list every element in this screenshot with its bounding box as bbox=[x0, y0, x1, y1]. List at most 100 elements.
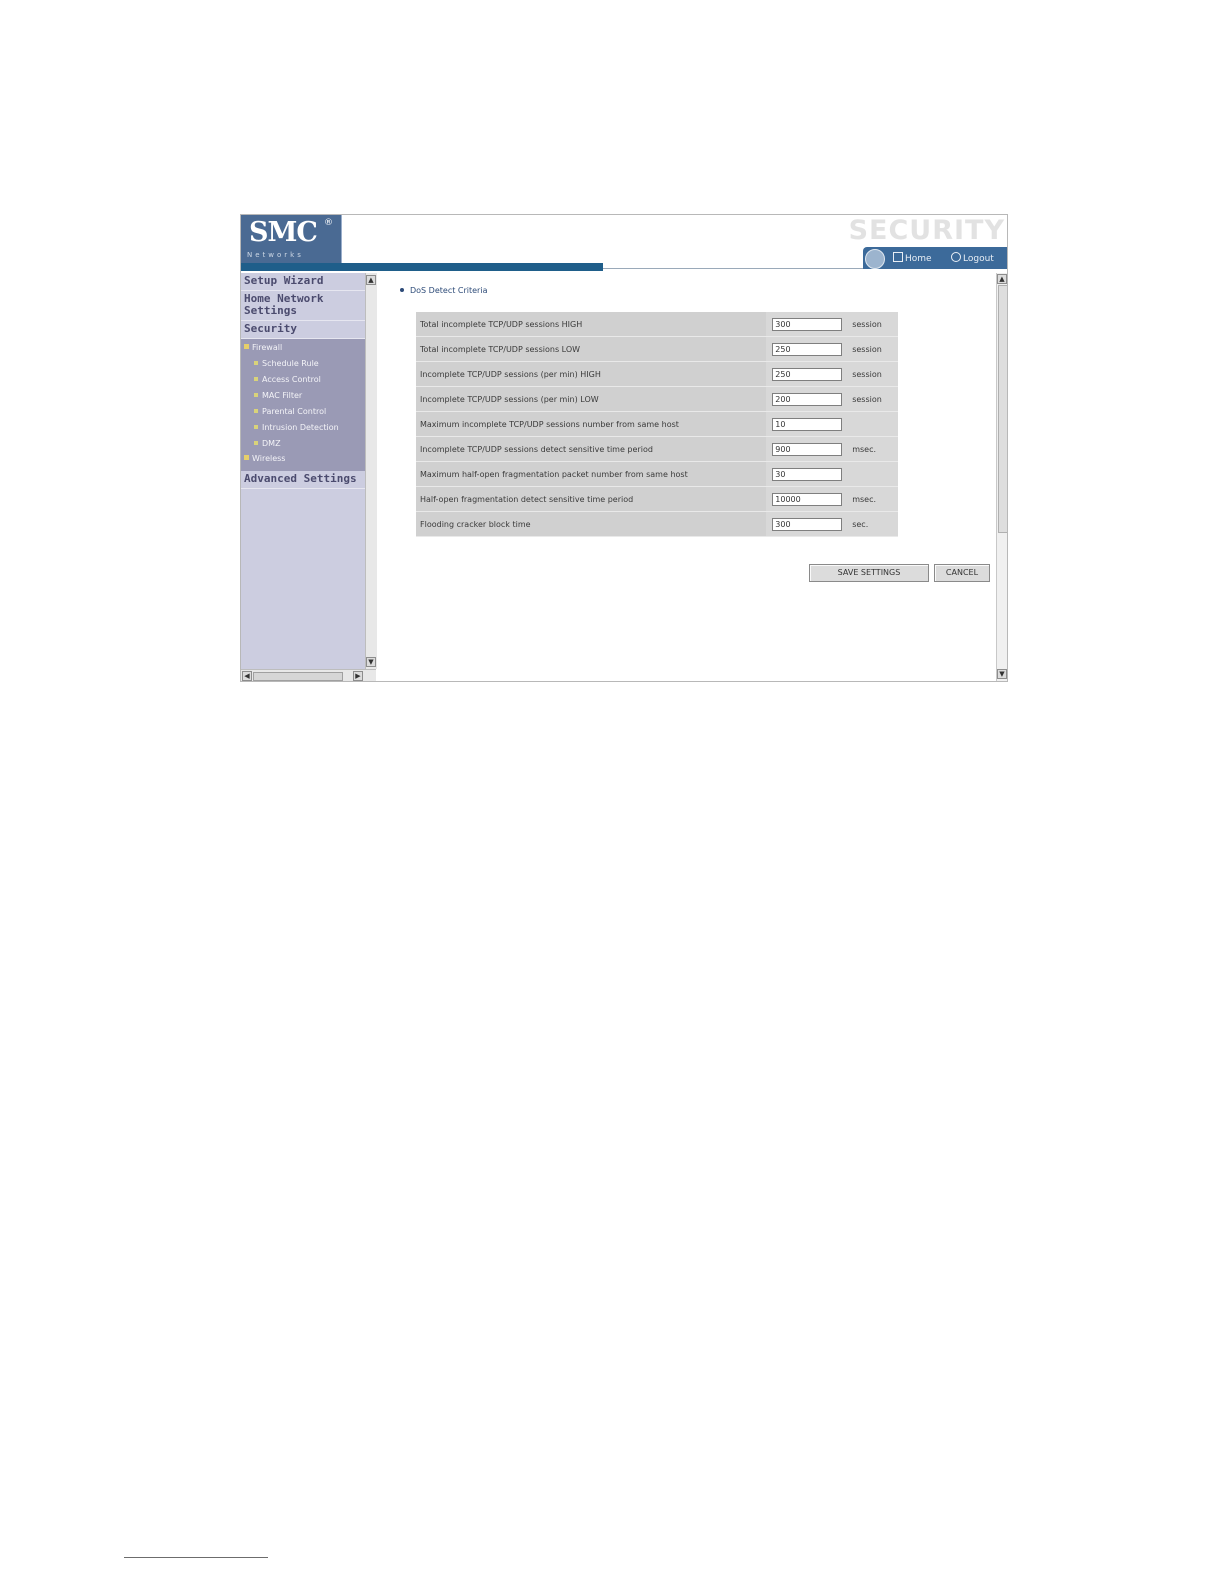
sidebar-item-intrusion-detection[interactable]: Intrusion Detection bbox=[241, 420, 365, 436]
sidebar-item-parental-control[interactable]: Parental Control bbox=[241, 404, 365, 420]
sidebar-item-label: Access Control bbox=[262, 375, 321, 384]
criteria-unit: session bbox=[848, 361, 898, 387]
scroll-thumb[interactable] bbox=[253, 672, 343, 681]
dos-criteria-table: Total incomplete TCP/UDP sessions HIGH se… bbox=[416, 312, 898, 537]
criteria-label: Incomplete TCP/UDP sessions detect sensi… bbox=[416, 436, 767, 462]
sidebar-item-dmz[interactable]: DMZ bbox=[241, 436, 365, 452]
criteria-label: Incomplete TCP/UDP sessions (per min) LO… bbox=[416, 386, 767, 412]
top-navigation: Home Logout bbox=[863, 247, 1007, 269]
criteria-label: Total incomplete TCP/UDP sessions HIGH bbox=[416, 312, 767, 337]
criteria-value-input[interactable] bbox=[772, 317, 843, 331]
main-content: DoS Detect Criteria Total incomplete TCP… bbox=[378, 273, 995, 681]
sidebar-item-setup-wizard[interactable]: Setup Wizard bbox=[241, 273, 365, 291]
criteria-value-input[interactable] bbox=[772, 467, 843, 481]
folder-icon bbox=[244, 455, 249, 460]
criteria-label: Flooding cracker block time bbox=[416, 511, 767, 537]
scroll-up-icon[interactable]: ▲ bbox=[997, 274, 1007, 284]
criteria-value-input[interactable] bbox=[772, 367, 843, 381]
sidebar-item-home-network-settings[interactable]: Home Network Settings bbox=[241, 291, 365, 321]
criteria-value-input[interactable] bbox=[772, 417, 843, 431]
logout-link-label: Logout bbox=[963, 254, 994, 264]
header: SMC ® Networks SECURITY Home Logout bbox=[241, 215, 1007, 271]
cancel-button[interactable]: CANCEL bbox=[934, 564, 990, 582]
criteria-value-input[interactable] bbox=[772, 492, 843, 506]
logo-brand: SMC bbox=[249, 217, 318, 248]
table-row: Total incomplete TCP/UDP sessions HIGH se… bbox=[416, 312, 898, 337]
sidebar-horizontal-scrollbar[interactable]: ◀ ▶ bbox=[241, 669, 376, 681]
sidebar-item-label: DMZ bbox=[262, 439, 281, 448]
criteria-value-input[interactable] bbox=[772, 442, 843, 456]
scroll-right-icon[interactable]: ▶ bbox=[353, 671, 363, 681]
page-icon bbox=[254, 441, 258, 445]
dos-criteria-heading-text: DoS Detect Criteria bbox=[410, 286, 488, 295]
table-row: Incomplete TCP/UDP sessions detect sensi… bbox=[416, 436, 898, 462]
criteria-unit bbox=[848, 411, 898, 437]
table-row: Incomplete TCP/UDP sessions (per min) HI… bbox=[416, 361, 898, 387]
table-row: Half-open fragmentation detect sensitive… bbox=[416, 486, 898, 512]
sidebar: Setup Wizard Home Network Settings Secur… bbox=[241, 273, 365, 669]
logo-subtitle: Networks bbox=[247, 251, 304, 259]
sidebar-vertical-scrollbar[interactable]: ▲ ▼ bbox=[365, 273, 377, 669]
sidebar-item-label: Parental Control bbox=[262, 407, 327, 416]
criteria-unit: session bbox=[848, 336, 898, 362]
save-settings-button[interactable]: SAVE SETTINGS bbox=[809, 564, 929, 582]
scroll-thumb[interactable] bbox=[998, 285, 1007, 533]
criteria-input-cell bbox=[766, 386, 849, 412]
sidebar-item-advanced-settings[interactable]: Advanced Settings bbox=[241, 471, 365, 489]
page-icon bbox=[254, 361, 258, 365]
criteria-input-cell bbox=[766, 436, 849, 462]
criteria-label: Maximum incomplete TCP/UDP sessions numb… bbox=[416, 411, 767, 437]
criteria-input-cell bbox=[766, 486, 849, 512]
criteria-value-input[interactable] bbox=[772, 392, 843, 406]
criteria-value-input[interactable] bbox=[772, 517, 843, 531]
sidebar-item-firewall-label: Firewall bbox=[252, 343, 283, 352]
sidebar-item-label: MAC Filter bbox=[262, 391, 303, 400]
page-icon bbox=[254, 409, 258, 413]
criteria-input-cell bbox=[766, 461, 849, 487]
header-accent-bar bbox=[241, 263, 603, 271]
criteria-unit: session bbox=[848, 386, 898, 412]
page-icon bbox=[254, 425, 258, 429]
sidebar-item-mac-filter[interactable]: MAC Filter bbox=[241, 388, 365, 404]
home-link[interactable]: Home bbox=[893, 252, 932, 264]
criteria-label: Half-open fragmentation detect sensitive… bbox=[416, 486, 767, 512]
globe-icon bbox=[865, 249, 885, 269]
main-vertical-scrollbar[interactable]: ▲ ▼ bbox=[996, 273, 1007, 681]
bullet-icon bbox=[400, 288, 404, 292]
criteria-input-cell bbox=[766, 411, 849, 437]
criteria-value-input[interactable] bbox=[772, 342, 843, 356]
sidebar-item-wireless[interactable]: Wireless bbox=[241, 452, 365, 467]
table-row: Maximum half-open fragmentation packet n… bbox=[416, 461, 898, 487]
criteria-label: Maximum half-open fragmentation packet n… bbox=[416, 461, 767, 487]
criteria-label: Incomplete TCP/UDP sessions (per min) HI… bbox=[416, 361, 767, 387]
criteria-input-cell bbox=[766, 336, 849, 362]
smc-logo[interactable]: SMC ® Networks bbox=[241, 215, 342, 263]
logo-registered-mark: ® bbox=[324, 218, 333, 228]
table-row: Maximum incomplete TCP/UDP sessions numb… bbox=[416, 411, 898, 437]
scroll-up-icon[interactable]: ▲ bbox=[366, 275, 376, 285]
criteria-unit bbox=[848, 461, 898, 487]
sidebar-item-access-control[interactable]: Access Control bbox=[241, 372, 365, 388]
folder-icon bbox=[244, 344, 249, 349]
home-icon bbox=[893, 252, 903, 262]
dos-criteria-heading: DoS Detect Criteria bbox=[400, 286, 487, 295]
logout-link[interactable]: Logout bbox=[951, 252, 994, 264]
sidebar-item-firewall[interactable]: Firewall bbox=[241, 341, 365, 356]
scroll-left-icon[interactable]: ◀ bbox=[242, 671, 252, 681]
table-row: Total incomplete TCP/UDP sessions LOW ses… bbox=[416, 336, 898, 362]
criteria-input-cell bbox=[766, 511, 849, 537]
sidebar-item-schedule-rule[interactable]: Schedule Rule bbox=[241, 356, 365, 372]
criteria-input-cell bbox=[766, 361, 849, 387]
criteria-input-cell bbox=[766, 312, 849, 337]
criteria-unit: msec. bbox=[848, 486, 898, 512]
criteria-unit: sec. bbox=[848, 511, 898, 537]
scroll-down-icon[interactable]: ▼ bbox=[366, 657, 376, 667]
page-icon bbox=[254, 377, 258, 381]
scroll-down-icon[interactable]: ▼ bbox=[997, 669, 1007, 679]
home-link-label: Home bbox=[905, 254, 932, 264]
sidebar-item-security[interactable]: Security bbox=[241, 321, 365, 339]
sidebar-item-label: Schedule Rule bbox=[262, 359, 319, 368]
router-admin-screenshot: SMC ® Networks SECURITY Home Logout Setu… bbox=[240, 214, 1008, 682]
sidebar-item-wireless-label: Wireless bbox=[252, 454, 286, 463]
footnote-divider bbox=[124, 1557, 268, 1558]
